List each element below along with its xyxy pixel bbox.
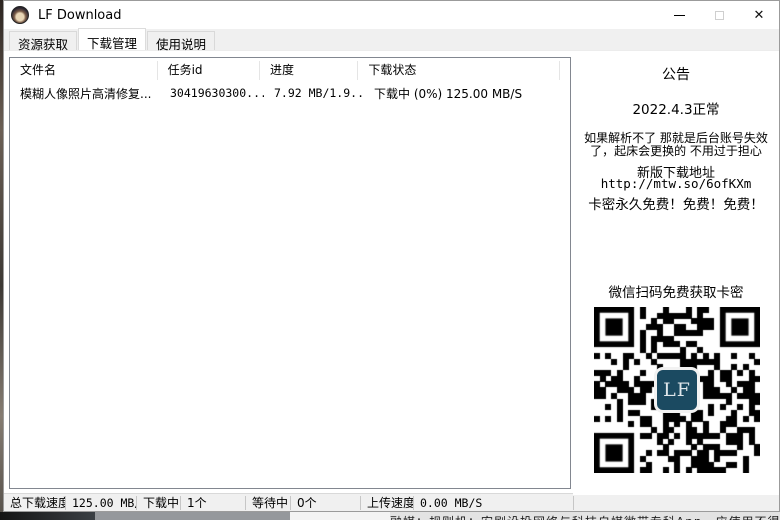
announcement-title: 公告 [573, 64, 779, 84]
table-header: 文件名 任务id 进度 下载状态 [10, 58, 570, 83]
version-status-line: 2022.4.3正常 [573, 98, 779, 118]
upload-speed-value: 0.00 MB/S [414, 496, 574, 510]
free-card-key-line: 卡密永久免费！免费！免费！ [573, 193, 779, 213]
desktop-background-bottom-sliver: 融媒：规则机：宏剧设投网络与科技自媒微带专科App，应使用不得微带 [0, 512, 780, 520]
minimize-icon [674, 15, 685, 16]
qr-caption: 微信扫码免费获取卡密 [573, 281, 779, 301]
header-cell-filename[interactable]: 文件名 [10, 61, 158, 80]
cell-progress: 7.92 MB/1.9... [264, 86, 364, 100]
close-icon: ✕ [754, 9, 765, 22]
downloading-count: 1个 [181, 496, 246, 510]
announcement-note-line2: 了，起床会更换的 不用过于担心 [573, 142, 779, 159]
header-cell-progress[interactable]: 进度 [260, 61, 358, 80]
maximize-button [699, 1, 739, 29]
app-icon [11, 6, 29, 24]
background-gray-segment [95, 512, 290, 520]
screen: LF Download ✕ 资源获取 下载管理 使用说明 文件名 任务id 进度… [0, 0, 780, 520]
window-controls: ✕ [659, 1, 779, 29]
download-table: 文件名 任务id 进度 下载状态 模糊人像照片高清修复... 304196303… [9, 57, 571, 489]
title-bar: LF Download ✕ [4, 1, 779, 29]
background-window-text: 融媒：规则机：宏剧设投网络与科技自媒微带专科App，应使用不得微带 [390, 512, 780, 520]
total-download-speed-value: 125.00 MB/S [66, 496, 137, 510]
download-url: http://mtw.so/6ofKXm [573, 176, 779, 191]
tab-instructions[interactable]: 使用说明 [147, 31, 215, 50]
status-bar: 总下载速度 125.00 MB/S 下载中 1个 等待中 0个 上传速度 0.0… [4, 493, 779, 511]
status-bar-filler [574, 496, 779, 510]
announcement-panel: 公告 2022.4.3正常 如果解析不了 那就是后台账号失效 了，起床会更换的 … [573, 51, 779, 495]
qr-code: LF [594, 307, 760, 473]
table-row[interactable]: 模糊人像照片高清修复... 30419630300... 7.92 MB/1.9… [10, 83, 570, 103]
total-download-speed-label: 总下载速度 [4, 496, 66, 510]
waiting-count: 0个 [291, 496, 361, 510]
header-cell-filler [560, 61, 570, 80]
app-window: LF Download ✕ 资源获取 下载管理 使用说明 文件名 任务id 进度… [3, 0, 780, 512]
background-light-segment [290, 512, 390, 520]
cell-task-id: 30419630300... [160, 86, 264, 100]
upload-speed-label: 上传速度 [361, 496, 414, 510]
tab-bar: 资源获取 下载管理 使用说明 [4, 29, 779, 51]
qr-logo: LF [654, 367, 700, 413]
tab-download-management[interactable]: 下载管理 [78, 28, 146, 50]
background-dark-segment [0, 512, 95, 520]
tab-page-content: 文件名 任务id 进度 下载状态 模糊人像照片高清修复... 304196303… [4, 51, 779, 493]
tab-resource-acquisition[interactable]: 资源获取 [9, 31, 77, 50]
cell-filename: 模糊人像照片高清修复... [10, 85, 160, 102]
waiting-label: 等待中 [246, 496, 291, 510]
downloading-label: 下载中 [137, 496, 181, 510]
window-title: LF Download [38, 8, 121, 23]
minimize-button[interactable] [659, 1, 699, 29]
maximize-icon [715, 11, 724, 20]
cell-status: 下载中 (0%) 125.00 MB/S [364, 85, 569, 102]
header-cell-status[interactable]: 下载状态 [358, 61, 560, 80]
header-cell-task-id[interactable]: 任务id [158, 61, 260, 80]
close-button[interactable]: ✕ [739, 1, 779, 29]
